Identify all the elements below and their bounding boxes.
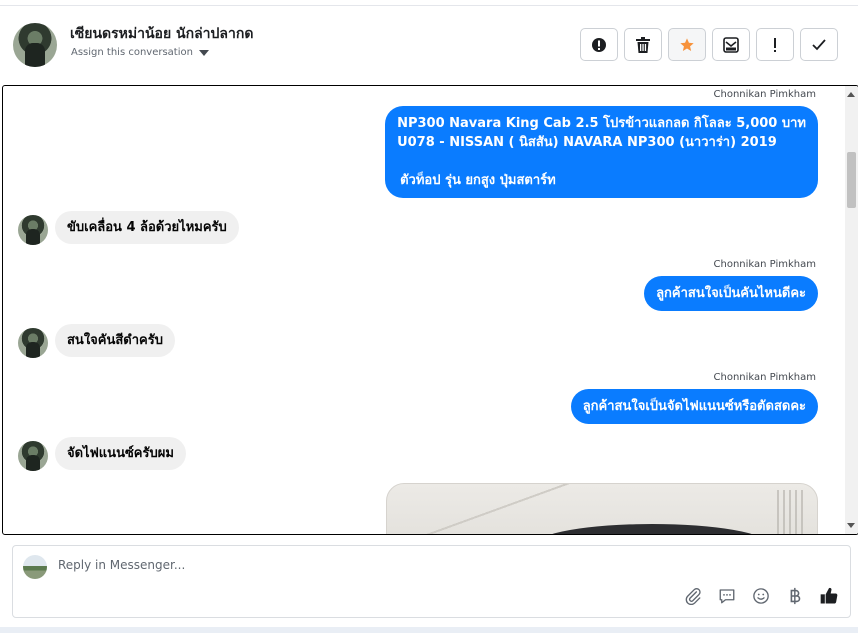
reply-tools bbox=[682, 585, 840, 607]
conversation-actions bbox=[580, 28, 838, 61]
mark-unread-button[interactable] bbox=[712, 28, 750, 61]
incoming-message[interactable]: สนใจคันสีดำครับ bbox=[55, 324, 175, 357]
outgoing-photo[interactable] bbox=[386, 483, 818, 534]
star-button[interactable] bbox=[668, 28, 706, 61]
thread-scrollbar[interactable] bbox=[845, 86, 858, 534]
message-line: ตัวท็อป รุ่น ยกสูง ปุ่มสตาร์ท bbox=[400, 173, 556, 188]
delete-button[interactable] bbox=[624, 28, 662, 61]
conversation-header: เซียนดรหม่าน้อย นักล่าปลากด Assign this … bbox=[0, 6, 858, 84]
attachment-button[interactable] bbox=[682, 585, 704, 607]
outgoing-message[interactable]: ลูกค้าสนใจเป็นจัดไฟแนนซ์หรือตัดสดคะ bbox=[570, 389, 818, 424]
like-button[interactable] bbox=[818, 585, 840, 607]
emoji-button[interactable] bbox=[750, 585, 772, 607]
message-line: NP300 Navara King Cab 2.5 โปรข้าวแลกลด ก… bbox=[397, 116, 806, 131]
outgoing-message[interactable]: ลูกค้าสนใจเป็นคันไหนดีคะ bbox=[644, 276, 818, 311]
scroll-up-arrow-icon[interactable] bbox=[847, 92, 855, 97]
message-line: U078 - NISSAN ( นิสสัน) NAVARA NP300 (นา… bbox=[397, 135, 777, 150]
contact-avatar[interactable] bbox=[13, 23, 57, 67]
saved-reply-icon bbox=[719, 589, 735, 604]
payment-button[interactable] bbox=[784, 585, 806, 607]
message-thread[interactable]: Chonnikan Pimkham NP300 Navara King Cab … bbox=[2, 85, 858, 535]
important-button[interactable] bbox=[756, 28, 794, 61]
page-avatar bbox=[23, 555, 47, 579]
outgoing-message[interactable]: NP300 Navara King Cab 2.5 โปรข้าวแลกลด ก… bbox=[385, 106, 818, 198]
bottom-strip bbox=[0, 627, 858, 633]
incoming-message[interactable]: จัดไฟแนนซ์ครับผม bbox=[55, 437, 186, 470]
message-line bbox=[397, 152, 806, 171]
star-icon bbox=[680, 37, 694, 51]
baht-icon bbox=[790, 587, 801, 605]
contact-avatar-small bbox=[18, 328, 48, 358]
report-button[interactable] bbox=[580, 28, 618, 61]
like-icon bbox=[820, 587, 838, 604]
saved-reply-button[interactable] bbox=[716, 585, 738, 607]
messenger-conversation-panel: เซียนดรหม่าน้อย นักล่าปลากด Assign this … bbox=[0, 0, 858, 633]
mark-done-button[interactable] bbox=[800, 28, 838, 61]
check-icon bbox=[812, 38, 826, 50]
exclamation-icon bbox=[774, 37, 776, 52]
photo-rack bbox=[777, 490, 807, 534]
contact-name[interactable]: เซียนดรหม่าน้อย นักล่าปลากด bbox=[70, 23, 253, 45]
sender-name: Chonnikan Pimkham bbox=[713, 259, 816, 270]
contact-avatar-small bbox=[18, 215, 48, 245]
sender-name: Chonnikan Pimkham bbox=[713, 372, 816, 383]
scroll-thumb[interactable] bbox=[847, 152, 856, 208]
reply-box bbox=[12, 545, 851, 618]
caret-down-icon bbox=[198, 49, 209, 56]
reply-input[interactable] bbox=[58, 558, 758, 572]
assign-label: Assign this conversation bbox=[71, 47, 193, 58]
scroll-down-arrow-icon[interactable] bbox=[847, 523, 855, 528]
trash-icon bbox=[636, 36, 650, 53]
mark-unread-icon bbox=[723, 36, 739, 53]
sender-name: Chonnikan Pimkham bbox=[713, 89, 816, 100]
attachment-icon bbox=[685, 588, 701, 605]
incoming-message[interactable]: ขับเคลื่อน 4 ล้อด้วยไหมครับ bbox=[55, 211, 239, 244]
assign-conversation-dropdown[interactable]: Assign this conversation bbox=[71, 47, 209, 58]
emoji-icon bbox=[753, 588, 769, 604]
report-icon bbox=[592, 37, 606, 52]
contact-avatar-small bbox=[18, 441, 48, 471]
